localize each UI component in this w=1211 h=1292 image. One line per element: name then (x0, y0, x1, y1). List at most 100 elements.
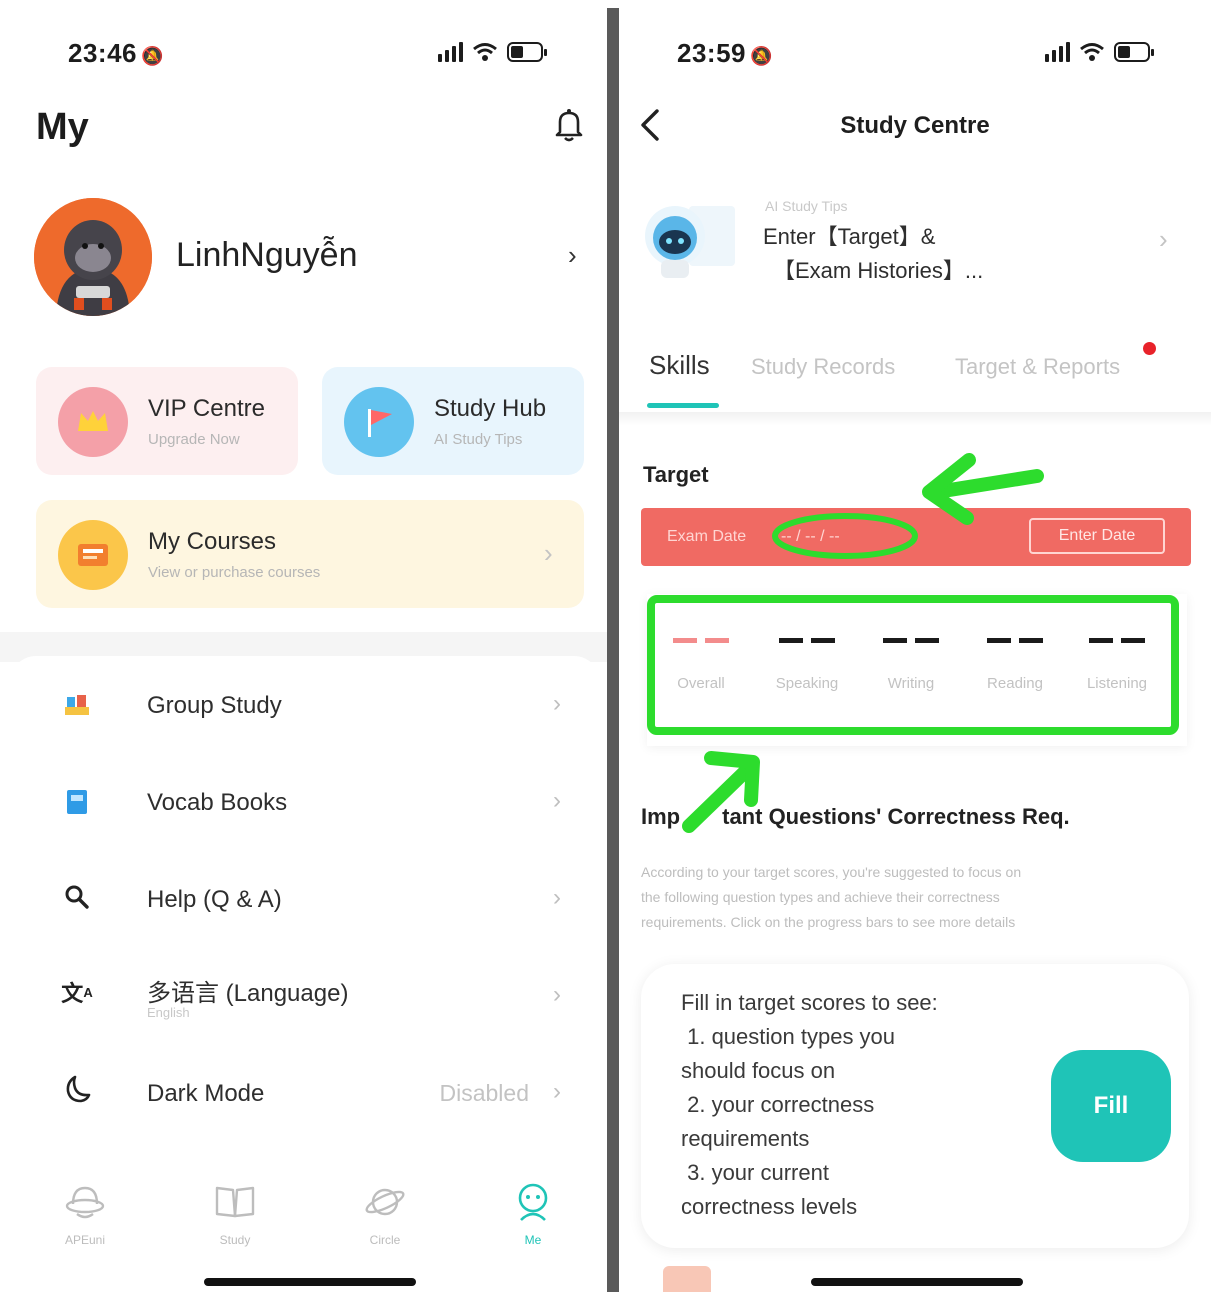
vocab-book-icon (62, 787, 92, 817)
tab-target-reports[interactable]: Target & Reports (955, 354, 1120, 380)
courses-book-icon (58, 520, 128, 590)
vip-centre-title: VIP Centre (148, 395, 265, 422)
tab-study[interactable]: Study (190, 1182, 280, 1247)
menu-item-dark-mode[interactable]: Dark Mode Disabled › (10, 1044, 597, 1140)
mute-bell-icon: 🔕 (750, 46, 773, 66)
search-icon (62, 882, 92, 912)
next-item-thumbnail (663, 1266, 711, 1292)
screen-divider (607, 8, 619, 1292)
profile-chevron-right-icon: › (568, 240, 577, 270)
status-icons (1045, 42, 1154, 62)
fill-text-line1: Fill in target scores to see: (681, 990, 938, 1015)
dark-mode-value: Disabled (439, 1080, 530, 1106)
gorilla-avatar-icon (34, 198, 152, 316)
status-time-text: 23:59 (677, 38, 746, 68)
dark-mode-label: Dark Mode (147, 1080, 265, 1107)
open-book-icon (215, 1186, 255, 1218)
page-title: My (36, 106, 89, 148)
ai-tips-line2: 【Exam Histories】... (773, 258, 984, 283)
tab-indicator (647, 403, 719, 408)
flag-icon (344, 387, 414, 457)
planet-hat-icon (65, 1186, 105, 1219)
home-indicator (204, 1278, 416, 1286)
help-chevron-icon: › (553, 884, 561, 911)
nav-title: Study Centre (840, 112, 990, 139)
status-time: 23:59 🔕 (677, 38, 773, 69)
target-title: Target (643, 462, 709, 487)
fill-text-line3: should focus on (681, 1058, 836, 1083)
language-label: 多语言 (Language) (147, 980, 349, 1007)
my-courses-card[interactable]: My Courses View or purchase courses › (36, 500, 584, 608)
notification-dot (1143, 342, 1156, 355)
profile-row[interactable]: LinhNguyễn › (34, 198, 588, 318)
notification-bell-icon[interactable] (554, 108, 584, 142)
ai-tips-chevron-icon: › (1159, 224, 1168, 254)
me-face-icon (518, 1183, 548, 1221)
language-chevron-icon: › (553, 981, 561, 1008)
planet-ring-icon (365, 1188, 405, 1216)
menu-item-language[interactable]: 文A 多语言 (Language) English › (10, 947, 597, 1043)
questions-title: Imp tant Questions' Correctness Req. (641, 804, 1070, 830)
tab-skills[interactable]: Skills (649, 350, 710, 381)
mute-bell-icon: 🔕 (141, 46, 164, 66)
moon-icon (62, 1074, 92, 1104)
study-hub-card[interactable]: Study Hub AI Study Tips (322, 367, 584, 475)
vocab-books-chevron-icon: › (553, 787, 561, 814)
dark-mode-chevron-icon: › (553, 1078, 561, 1105)
signal-icon (1045, 42, 1070, 62)
fill-text-line7: correctness levels (681, 1194, 858, 1219)
battery-icon (507, 42, 547, 62)
crown-icon (58, 387, 128, 457)
profile-name: LinhNguyễn (176, 236, 358, 274)
menu-item-group-study[interactable]: Group Study › (10, 656, 597, 752)
group-study-chevron-icon: › (553, 690, 561, 717)
menu-item-vocab-books[interactable]: Vocab Books › (10, 753, 597, 849)
fill-text-line2: 1. question types you (681, 1024, 896, 1049)
fill-target-card: Fill in target scores to see: 1. questio… (641, 964, 1189, 1248)
tab-home[interactable]: APEuni (40, 1182, 130, 1247)
fill-button[interactable]: Fill (1051, 1050, 1171, 1162)
tab-me-label: Me (524, 1233, 542, 1247)
study-hub-subtitle: AI Study Tips (434, 431, 523, 448)
status-time: 23:46 🔕 (68, 38, 164, 69)
fill-text-line5: requirements (681, 1126, 810, 1151)
my-courses-chevron-icon: › (544, 538, 553, 568)
battery-icon (1114, 42, 1154, 62)
tab-study-records[interactable]: Study Records (751, 354, 895, 380)
annotation-arrow-top (772, 453, 1044, 559)
tab-study-label: Study (219, 1233, 251, 1247)
home-indicator (811, 1278, 1023, 1286)
questions-desc-1: According to your target scores, you're … (641, 864, 1022, 880)
tab-circle-label: Circle (369, 1233, 401, 1247)
tab-circle[interactable]: Circle (340, 1182, 430, 1247)
tabs-shadow (619, 412, 1211, 426)
my-screen: 23:46 🔕 My LinhNguyễn › VIP Centre Upgra… (0, 0, 607, 1292)
vip-centre-card[interactable]: VIP Centre Upgrade Now (36, 367, 298, 475)
study-centre-screen: 23:59 🔕 Study Centre AI Study Tips Enter【… (619, 0, 1211, 1292)
annotation-highlight-box (647, 595, 1179, 735)
group-study-label: Group Study (147, 692, 282, 719)
wifi-icon (473, 43, 497, 61)
avatar[interactable] (34, 198, 152, 316)
ai-study-tips-banner[interactable]: AI Study Tips Enter【Target】& 【Exam Histo… (639, 190, 1199, 290)
tab-me[interactable]: Me (488, 1182, 578, 1247)
fill-text-line6: 3. your current (681, 1160, 829, 1185)
ai-tips-label: AI Study Tips (765, 198, 848, 214)
questions-title-part1: Imp (641, 804, 681, 829)
status-icons (438, 42, 547, 62)
questions-desc-2: the following question types and achieve… (641, 889, 1000, 905)
help-label: Help (Q & A) (147, 886, 282, 913)
menu-list: Group Study › Vocab Books › Help (Q & A)… (10, 656, 600, 1176)
tab-home-label: APEuni (64, 1233, 106, 1247)
signal-icon (438, 42, 463, 62)
group-study-icon (62, 690, 92, 720)
menu-item-help[interactable]: Help (Q & A) › (10, 850, 597, 946)
vocab-books-label: Vocab Books (147, 789, 288, 816)
language-value: English (147, 1005, 190, 1020)
ai-tips-line1: Enter【Target】& (763, 224, 936, 249)
wifi-icon (1080, 43, 1104, 61)
my-courses-subtitle: View or purchase courses (148, 564, 321, 581)
vip-centre-subtitle: Upgrade Now (148, 431, 240, 448)
questions-title-part2: tant Questions' Correctness Req. (722, 804, 1070, 829)
exam-date-label: Exam Date (667, 528, 747, 545)
